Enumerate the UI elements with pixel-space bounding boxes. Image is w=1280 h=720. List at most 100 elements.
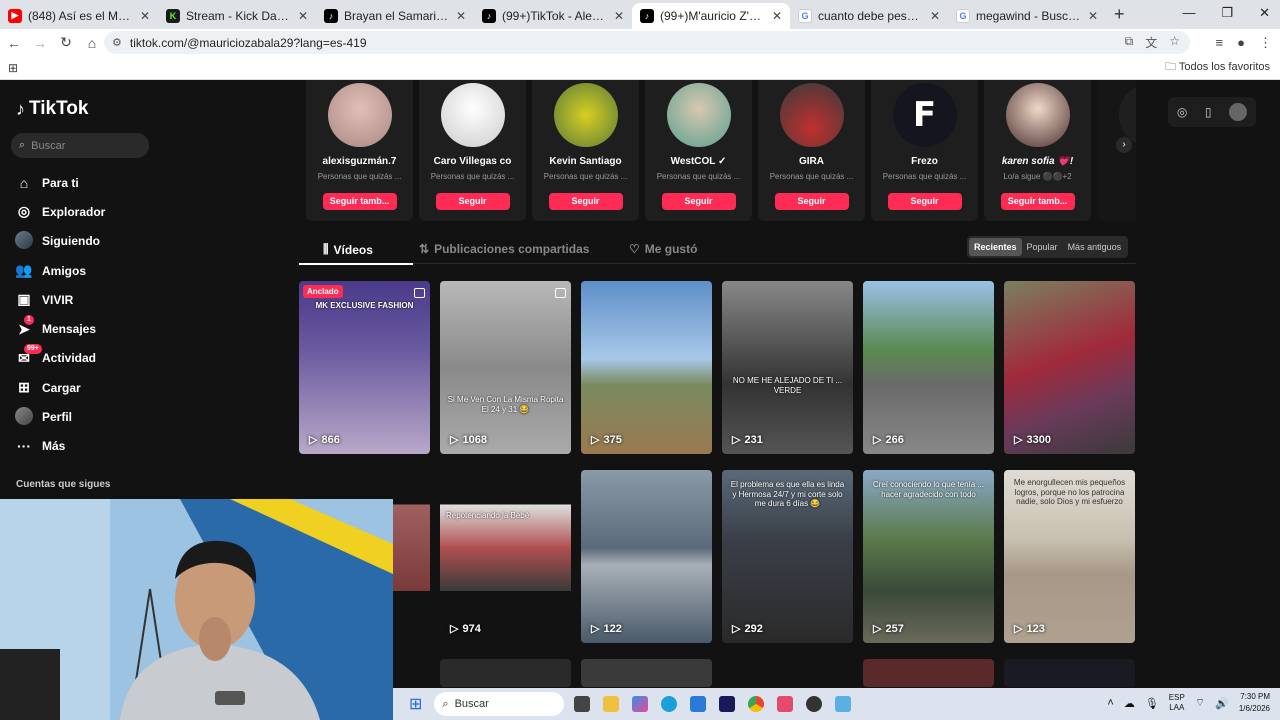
site-info-icon[interactable]: ⚙ [112, 36, 122, 49]
music-icon[interactable] [777, 696, 794, 712]
video-thumbnail[interactable]: ▷ 375 [581, 281, 712, 454]
browser-tab[interactable]: ▶ (848) Así es el MUNDO de HAR ✕ [0, 3, 158, 29]
suggested-card[interactable]: F Frezo Personas que quizás ... Seguir [871, 80, 978, 221]
video-thumbnail[interactable]: Anclado MK EXCLUSIVE FASHION ▷ 866 [299, 281, 430, 454]
translate-icon[interactable]: 文 [1145, 34, 1157, 51]
chrome-icon[interactable] [748, 696, 765, 712]
bookmark-star-icon[interactable]: ☆ [1169, 34, 1180, 51]
compass-small-icon[interactable]: ◎ [1177, 105, 1187, 119]
nav-item-cargar[interactable]: ⊞ Cargar [14, 373, 105, 402]
video-thumbnail[interactable]: NO ME HE ALEJADO DE TI ... VERDE ▷ 231 [722, 281, 853, 454]
menu-kebab-icon[interactable]: ⋮ [1259, 35, 1272, 51]
nav-item-siguiendo[interactable]: Siguiendo [14, 227, 105, 256]
maximize-icon[interactable]: ❐ [1221, 5, 1233, 21]
minimize-icon[interactable]: — [1182, 5, 1195, 21]
nav-item-vivir[interactable]: ▣ VIVIR [14, 285, 105, 314]
nav-item-para-ti[interactable]: ⌂ Para ti [14, 168, 105, 197]
phone-icon[interactable]: ▯ [1205, 105, 1212, 119]
close-icon[interactable]: ✕ [614, 9, 624, 23]
browser-tab[interactable]: ♪ Brayan el Samario (@brayanta ✕ [316, 3, 474, 29]
suggested-card[interactable]: Caro Villegas co Personas que quizás ...… [419, 80, 526, 221]
task-view-icon[interactable] [574, 696, 591, 712]
browser-tab[interactable]: K Stream - Kick Dashboard ✕ [158, 3, 316, 29]
close-icon[interactable]: ✕ [140, 9, 150, 23]
nav-item-explorador[interactable]: ◎ Explorador [14, 197, 105, 226]
video-thumbnail[interactable]: ▷ 122 [581, 470, 712, 643]
windows-start-icon[interactable]: ⊞ [409, 694, 422, 714]
browser-tab[interactable]: G megawind - Buscar con Google ✕ [948, 3, 1106, 29]
new-tab-icon[interactable]: + [1114, 4, 1125, 25]
cloud-icon[interactable]: ☁ [1124, 697, 1135, 710]
video-thumbnail[interactable]: Me enorgullecen mis pequeños logros, por… [1004, 470, 1135, 643]
nav-item-amigos[interactable]: 👥 Amigos [14, 256, 105, 285]
suggested-card[interactable]: GIRA Personas que quizás ... Seguir [758, 80, 865, 221]
close-window-icon[interactable]: ✕ [1259, 5, 1270, 21]
suggested-card-partial[interactable] [1097, 80, 1136, 221]
forward-icon[interactable]: → [28, 35, 52, 51]
close-icon[interactable]: ✕ [930, 9, 940, 23]
url-field[interactable]: ⚙ tiktok.com/@mauriciozabala29?lang=es-4… [104, 31, 1190, 54]
suggested-card[interactable]: WestCOL ✓ Personas que quizás ... Seguir [645, 80, 752, 221]
close-icon[interactable]: ✕ [772, 9, 782, 23]
close-icon[interactable]: ✕ [1088, 9, 1098, 23]
volume-icon[interactable]: 🔊 [1215, 697, 1229, 710]
suggested-card[interactable]: alexisguzmán.7 Personas que quizás ... S… [306, 80, 413, 221]
sort-oldest[interactable]: Más antiguos [1063, 238, 1127, 256]
video-thumbnail[interactable]: El problema es que ella es linda y Hermo… [722, 470, 853, 643]
carousel-next-icon[interactable]: › [1116, 137, 1132, 153]
video-thumbnail[interactable] [581, 659, 712, 687]
video-thumbnail[interactable]: Si Me Ven Con La Misma Ropita El 24 y 31… [440, 281, 571, 454]
language-indicator[interactable]: ESP LAA [1169, 693, 1185, 713]
media-icon[interactable]: ≡ [1216, 35, 1224, 51]
browser-tab-active[interactable]: ♪ (99+)M'auricio Z'abala ♦ ♥ ● ✕ [632, 2, 790, 29]
taskbar-search-input[interactable]: ⌕ Buscar [434, 692, 565, 716]
follow-button[interactable]: Seguir [774, 193, 849, 210]
follow-button[interactable]: Seguir [435, 193, 510, 210]
follow-button[interactable]: Seguir tamb... [1000, 193, 1075, 210]
apps-grid-icon[interactable]: ⊞ [8, 61, 18, 75]
nav-item-mas[interactable]: ··· Más [14, 432, 105, 461]
tiktok-logo[interactable]: ♪ TikTok [16, 98, 88, 120]
video-thumbnail[interactable]: ▷ 3300 [1004, 281, 1135, 454]
nav-item-actividad[interactable]: ✉ 99+ Actividad [14, 343, 105, 373]
premiere-icon[interactable] [719, 696, 736, 712]
video-thumbnail[interactable] [1004, 659, 1135, 687]
notepad-icon[interactable] [835, 696, 852, 712]
back-icon[interactable]: ← [2, 35, 26, 51]
obs-icon[interactable] [806, 696, 823, 712]
profile-browser-icon[interactable]: ● [1237, 35, 1245, 51]
browser-tab[interactable]: ♪ (99+)TikTok - Alegra tu día ✕ [474, 3, 632, 29]
tab-reposts[interactable]: ⇅ Publicaciones compartidas [419, 242, 589, 256]
reload-icon[interactable]: ↻ [54, 34, 78, 51]
nav-item-perfil[interactable]: Perfil [14, 402, 105, 431]
video-thumbnail[interactable]: Repotenciando la Bebé ▷ 974 [440, 470, 571, 643]
follow-button[interactable]: Seguir [887, 193, 962, 210]
follow-button[interactable]: Seguir [548, 193, 623, 210]
suggested-card[interactable]: Kevin Santiago Personas que quizás ... S… [532, 80, 639, 221]
file-explorer-icon[interactable] [603, 696, 620, 712]
browser-tab[interactable]: G cuanto debe pesar uno segun l ✕ [790, 3, 948, 29]
store-icon[interactable] [690, 696, 707, 712]
copilot-icon[interactable] [632, 696, 649, 712]
close-icon[interactable]: ✕ [298, 9, 308, 23]
follow-button[interactable]: Seguir [661, 193, 736, 210]
suggested-card[interactable]: karen sofia 💗! Lo/a sigue ⚫⚫+2 Seguir ta… [984, 80, 1091, 221]
sort-popular[interactable]: Popular [1022, 238, 1063, 256]
mic-icon[interactable]: 🎙 [1145, 697, 1159, 710]
tab-liked[interactable]: ♡ Me gustó [629, 242, 697, 256]
follow-button[interactable]: Seguir tamb... [322, 193, 397, 210]
nav-item-mensajes[interactable]: ➤ 1 Mensajes [14, 314, 105, 343]
wifi-icon[interactable]: ⌔ [1195, 696, 1205, 710]
sort-recent[interactable]: Recientes [969, 238, 1022, 256]
video-thumbnail[interactable] [440, 659, 571, 687]
search-input[interactable]: ⌕ Buscar [11, 133, 149, 158]
install-icon[interactable]: ⧉ [1125, 34, 1134, 51]
video-thumbnail[interactable]: ▷ 266 [863, 281, 994, 454]
video-thumbnail[interactable]: Creí conociendo lo que tenía ... hacer a… [863, 470, 994, 643]
chevron-up-icon[interactable]: ˄ [1107, 697, 1113, 709]
home-browser-icon[interactable]: ⌂ [80, 35, 104, 51]
avatar[interactable] [1229, 103, 1248, 121]
edge-icon[interactable] [661, 696, 678, 712]
tab-videos[interactable]: ⫼ Vídeos [299, 242, 413, 265]
video-thumbnail[interactable] [863, 659, 994, 687]
